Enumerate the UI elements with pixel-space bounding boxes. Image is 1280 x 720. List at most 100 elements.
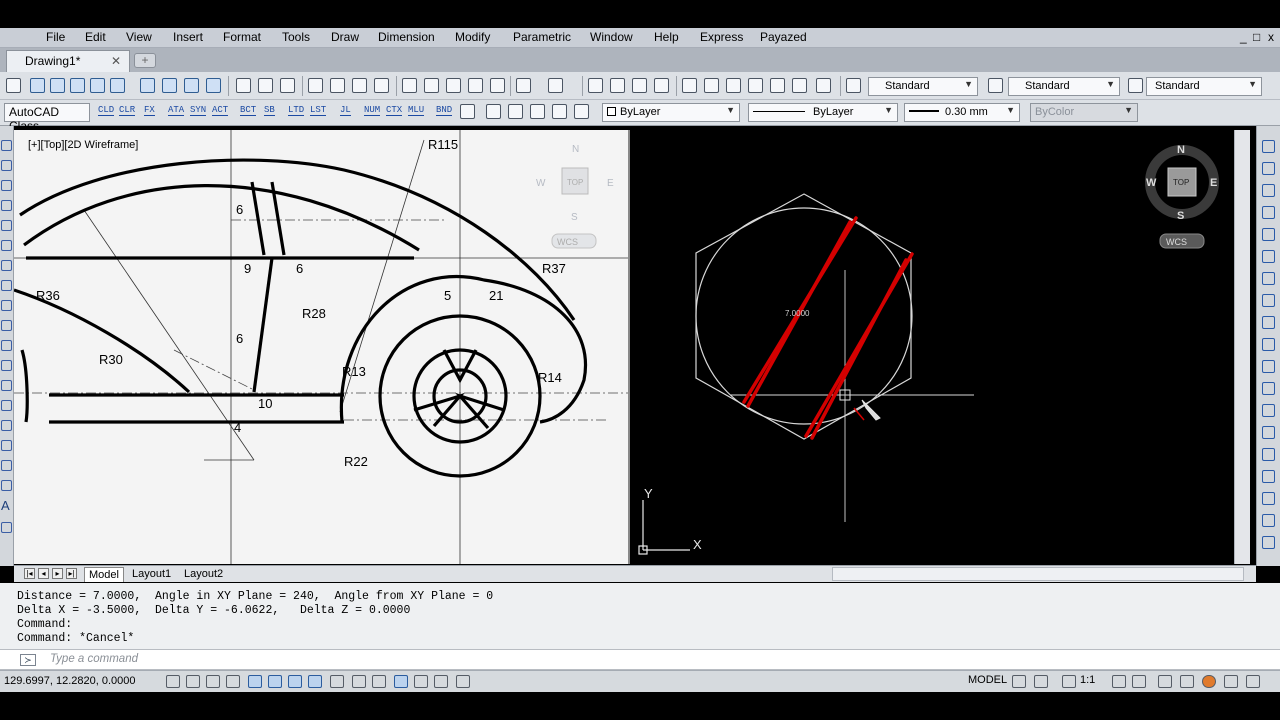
model-viewport[interactable]: 7.0000 Y X TOP N S W E WCS (630, 130, 1234, 564)
scale-icon[interactable] (1262, 294, 1275, 307)
dim-style-icon[interactable] (988, 78, 1003, 93)
zoom-realtime-icon[interactable] (610, 78, 625, 93)
transparency-icon[interactable] (394, 675, 408, 688)
annotation-visibility-icon[interactable] (1112, 675, 1126, 688)
layer-tool-icon[interactable] (552, 104, 567, 119)
stretch-icon[interactable] (1262, 316, 1275, 329)
move-icon[interactable] (1262, 250, 1275, 263)
vertical-scrollbar[interactable] (1234, 130, 1250, 564)
polar-tracking-icon[interactable] (248, 675, 262, 688)
layer-tool-icon[interactable] (574, 104, 589, 119)
ortho-mode-icon[interactable] (226, 675, 240, 688)
annotation-scale[interactable]: 1:1 (1080, 674, 1095, 686)
grid-display-icon[interactable] (206, 675, 220, 688)
ellipse-icon[interactable] (1, 320, 12, 331)
express-act[interactable]: ACT (212, 105, 229, 116)
menu-payazed[interactable]: Payazed (760, 30, 807, 44)
annotation-scale-icon[interactable] (1062, 675, 1076, 688)
dynamic-input-icon[interactable] (352, 675, 366, 688)
viewport-label[interactable]: [+][Top][2D Wireframe] (28, 139, 138, 151)
express-edit-icon[interactable] (460, 104, 475, 119)
express-lst[interactable]: LST (310, 105, 327, 116)
express-tool-icon[interactable] (140, 78, 155, 93)
save-icon[interactable] (280, 78, 295, 93)
express-bct[interactable]: BCT (240, 105, 257, 116)
dim-style-select[interactable]: Standard ▼ (1008, 77, 1120, 96)
express-ltd[interactable]: LTD (288, 105, 305, 116)
annotation-monitor-icon[interactable] (456, 675, 470, 688)
selection-cycling-icon[interactable] (434, 675, 448, 688)
viewcube-left[interactable]: N W E S TOP WCS (536, 144, 614, 249)
viewcube[interactable]: TOP N S W E WCS (1145, 144, 1219, 249)
express-clr[interactable]: CLR (119, 105, 136, 116)
publish-icon[interactable] (352, 78, 367, 93)
hardware-acceleration-icon[interactable] (1202, 675, 1216, 688)
help-icon[interactable] (530, 104, 545, 119)
properties-icon[interactable] (682, 78, 697, 93)
close-button[interactable]: x (1268, 30, 1274, 44)
copy-object-icon[interactable] (1262, 162, 1275, 175)
make-block-icon[interactable] (1, 380, 12, 391)
express-tool-icon[interactable] (184, 78, 199, 93)
dynamic-ucs-icon[interactable] (330, 675, 344, 688)
preview-icon[interactable] (330, 78, 345, 93)
explode-icon[interactable] (1262, 514, 1275, 527)
infer-constraints-icon[interactable] (166, 675, 180, 688)
prev-layout-icon[interactable]: ◂ (38, 568, 49, 579)
3d-object-snap-icon[interactable] (288, 675, 302, 688)
menu-edit[interactable]: Edit (85, 30, 106, 44)
express-table-icon[interactable] (486, 104, 501, 119)
express-tool-icon[interactable] (70, 78, 85, 93)
command-line[interactable]: ≻ Type a command (0, 649, 1280, 670)
command-input[interactable]: Type a command (50, 653, 138, 665)
new-file-icon[interactable] (236, 78, 251, 93)
pan-icon[interactable] (588, 78, 603, 93)
blend-curves-icon[interactable] (1262, 492, 1275, 505)
construction-line-icon[interactable] (1, 160, 12, 171)
tab-drawing1[interactable]: Drawing1* ✕ (6, 50, 130, 72)
mirror-icon[interactable] (1262, 184, 1275, 197)
cut-icon[interactable] (402, 78, 417, 93)
tool-palettes-icon[interactable] (726, 78, 741, 93)
spline-icon[interactable] (1, 300, 12, 311)
redo-icon[interactable] (548, 78, 563, 93)
quick-view-drawings-icon[interactable] (1034, 675, 1048, 688)
calculator-icon[interactable] (792, 78, 807, 93)
add-selected-icon[interactable] (1, 522, 12, 533)
sheet-set-icon[interactable] (748, 78, 763, 93)
text-style-icon[interactable] (846, 78, 861, 93)
command-prompt-icon[interactable]: ≻ (20, 654, 36, 666)
gradient-icon[interactable] (1, 440, 12, 451)
fillet-icon[interactable] (1262, 470, 1275, 483)
restore-button[interactable]: □ (1253, 30, 1260, 44)
rotate-icon[interactable] (1262, 272, 1275, 285)
workspace-switching-icon[interactable] (1158, 675, 1172, 688)
menu-dimension[interactable]: Dimension (378, 30, 435, 44)
lineweight-icon[interactable] (372, 675, 386, 688)
undo-icon[interactable] (516, 78, 531, 93)
point-icon[interactable] (1, 400, 12, 411)
express-cld[interactable]: CLD (98, 105, 115, 116)
join-icon[interactable] (1262, 426, 1275, 439)
offset-icon[interactable] (1262, 206, 1275, 219)
express-tool-icon[interactable] (110, 78, 125, 93)
workspace-select[interactable]: AutoCAD Class (4, 103, 90, 133)
menu-tools[interactable]: Tools (282, 30, 310, 44)
markup-icon[interactable] (770, 78, 785, 93)
snap-mode-icon[interactable] (186, 675, 200, 688)
express-syn[interactable]: SYN (190, 105, 207, 116)
quick-properties-icon[interactable] (414, 675, 428, 688)
express-num[interactable]: NUM (364, 105, 381, 116)
menu-file[interactable]: File (46, 30, 65, 44)
paste-icon[interactable] (446, 78, 461, 93)
match-properties-icon[interactable] (468, 78, 483, 93)
insert-block-icon[interactable] (1, 360, 12, 371)
break-icon[interactable] (1262, 404, 1275, 417)
lineweight-select[interactable]: 0.30 mm ▼ (904, 103, 1020, 122)
table-style-icon[interactable] (1128, 78, 1143, 93)
drawing-canvas[interactable]: 7.0000 Y X TOP N S W E WCS (630, 130, 1234, 564)
extend-icon[interactable] (1262, 360, 1275, 373)
text-style-select[interactable]: Standard ▼ (868, 77, 978, 96)
revision-cloud-icon[interactable] (1, 280, 12, 291)
model-space-button[interactable]: MODEL (968, 674, 1007, 686)
